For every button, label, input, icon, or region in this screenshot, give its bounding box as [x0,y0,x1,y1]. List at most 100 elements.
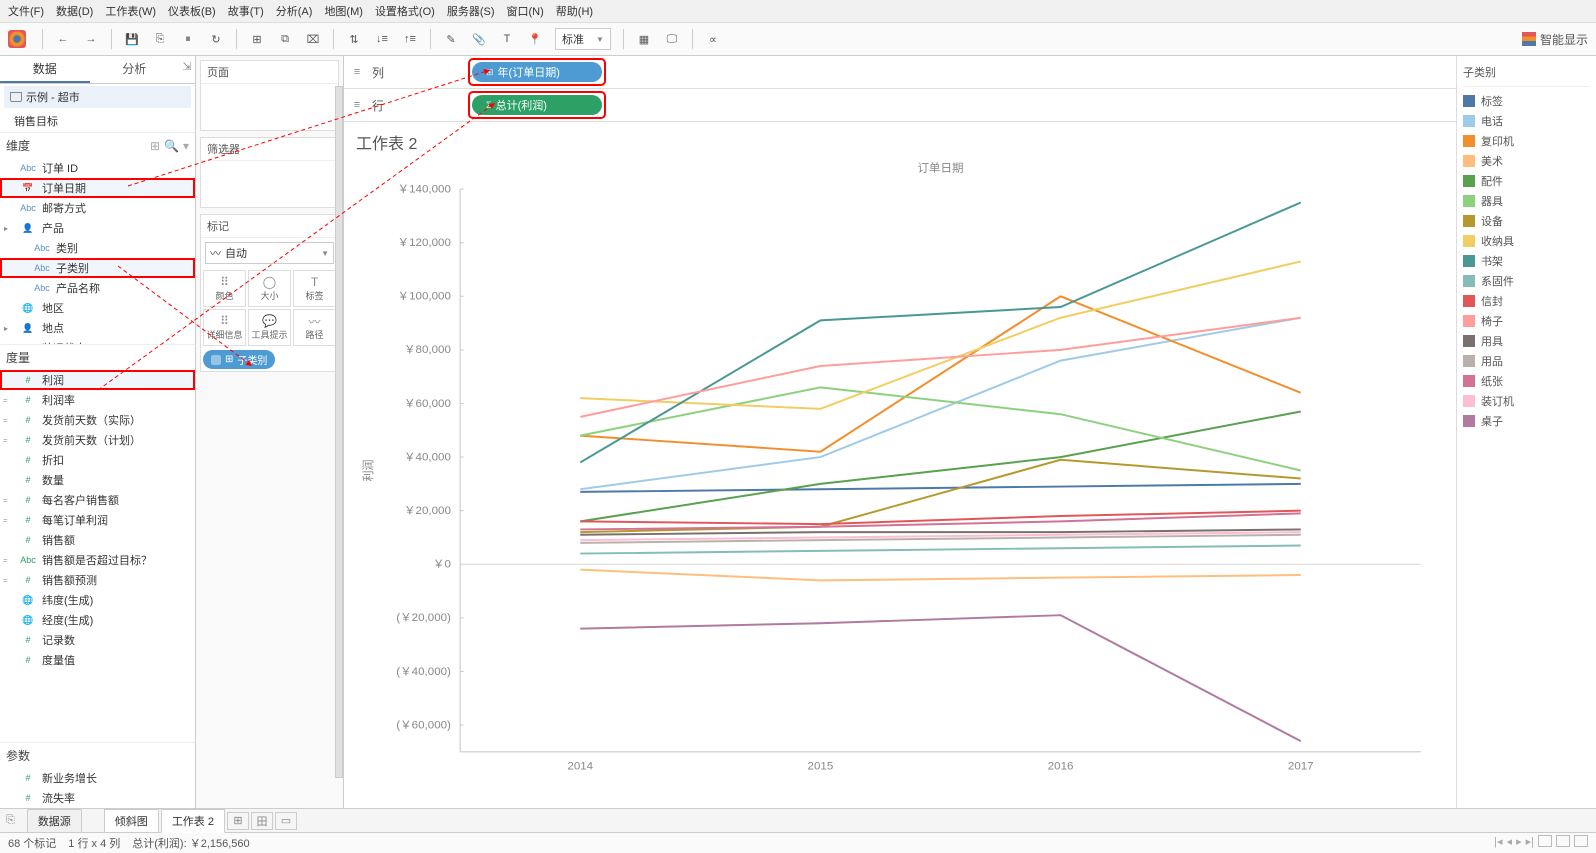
field-item[interactable]: Abc类别 [0,238,195,258]
field-item[interactable]: Abc子类别 [0,258,195,278]
new-datasource-button[interactable]: ⎘ [148,27,172,51]
forward-button[interactable]: → [79,27,103,51]
field-item[interactable]: =#每名客户销售额 [0,490,195,510]
legend-item[interactable]: 收纳具 [1463,231,1590,251]
mark-type-dropdown[interactable]: 〰自动▼ [205,242,334,264]
datasource-tab-icon[interactable]: ⎘ [6,814,15,827]
menu-item[interactable]: 文件(F) [8,3,44,19]
legend-item[interactable]: 配件 [1463,171,1590,191]
pin-button[interactable]: 📍 [523,27,547,51]
menu-item[interactable]: 帮助(H) [556,3,593,19]
legend-item[interactable]: 信封 [1463,291,1590,311]
field-item[interactable]: =#利润率 [0,390,195,410]
field-item[interactable]: =Abc销售额是否超过目标？ [0,550,195,570]
presentation-button[interactable]: 🖵 [660,27,684,51]
marks-color-pill[interactable]: ⊞子类别 [203,350,275,369]
menu-item[interactable]: 仪表板(B) [168,3,216,19]
new-sheet-button[interactable]: ⊞ [245,27,269,51]
share-button[interactable]: ∝ [701,27,725,51]
menu-item[interactable]: 数据(D) [56,3,93,19]
refresh-button[interactable]: ↻ [204,27,228,51]
sheet-tab-2[interactable]: 工作表 2 [161,809,225,833]
field-item[interactable]: =#每笔订单利润 [0,510,195,530]
menu-item[interactable]: 窗口(N) [507,3,544,19]
label-button[interactable]: T [495,27,519,51]
save-button[interactable]: 💾 [120,27,144,51]
view-mode-icon[interactable] [1556,835,1570,847]
group-button[interactable]: 📎 [467,27,491,51]
show-cards-button[interactable]: ▦ [632,27,656,51]
legend-item[interactable]: 系固件 [1463,271,1590,291]
highlight-button[interactable]: ✎ [439,27,463,51]
tab-data[interactable]: 数据 [0,56,90,83]
mark-cell[interactable]: T标签 [293,270,336,307]
menu-item[interactable]: 地图(M) [324,3,363,19]
field-item[interactable]: 🌐地区 [0,298,195,318]
menu-item[interactable]: 分析(A) [276,3,313,19]
field-item[interactable]: #折扣 [0,450,195,470]
back-button[interactable]: ← [51,27,75,51]
datasource-tab[interactable]: 数据源 [27,809,82,833]
menu-item[interactable]: 工作表(W) [105,3,156,19]
new-dashboard-button[interactable]: 田 [251,812,273,830]
legend-item[interactable]: 电话 [1463,111,1590,131]
fit-dropdown[interactable]: 标准▼ [555,28,611,50]
field-item[interactable]: =#发货前天数（实际） [0,410,195,430]
legend-item[interactable]: 复印机 [1463,131,1590,151]
field-item[interactable]: =#发货前天数（计划） [0,430,195,450]
mark-cell[interactable]: 〰路径 [293,309,336,346]
field-item[interactable]: Abc邮寄方式 [0,198,195,218]
datasource-sales-target[interactable]: 销售目标 [4,110,191,132]
new-worksheet-button[interactable]: ⊞ [227,812,249,830]
clear-button[interactable]: ⌧ [301,27,325,51]
pause-button[interactable]: ⏸ [176,27,200,51]
sort-desc-button[interactable]: ↑≡ [398,27,422,51]
field-item[interactable]: 📅订单日期 [0,178,195,198]
new-story-button[interactable]: ▭ [275,812,297,830]
scrollbar[interactable] [335,86,343,778]
field-item[interactable]: =#销售额预测 [0,570,195,590]
menu-item[interactable]: 服务器(S) [447,3,495,19]
legend-item[interactable]: 纸张 [1463,371,1590,391]
field-item[interactable]: Abc产品名称 [0,278,195,298]
legend-item[interactable]: 椅子 [1463,311,1590,331]
legend-item[interactable]: 装订机 [1463,391,1590,411]
pane-menu-button[interactable]: ⇲ [179,56,195,83]
nav-first-icon[interactable]: |◂ [1494,835,1502,851]
nav-prev-icon[interactable]: ◂ [1507,835,1513,851]
view-mode-icon[interactable] [1538,835,1552,847]
mark-cell[interactable]: ◯大小 [248,270,291,307]
swap-button[interactable]: ⇅ [342,27,366,51]
sort-asc-button[interactable]: ↓≡ [370,27,394,51]
mark-cell[interactable]: 💬工具提示 [248,309,291,346]
field-item[interactable]: #度量值 [0,650,195,670]
legend-item[interactable]: 设备 [1463,211,1590,231]
field-item[interactable]: #数量 [0,470,195,490]
menu-item[interactable]: 设置格式(O) [375,3,435,19]
field-item[interactable]: ▸👤地点 [0,318,195,338]
field-item[interactable]: #利润 [0,370,195,390]
field-item[interactable]: 🌐纬度(生成) [0,590,195,610]
chart-canvas[interactable]: 订单日期(￥60,000)(￥40,000)(￥20,000)￥0￥20,000… [356,156,1444,796]
legend-item[interactable]: 书架 [1463,251,1590,271]
rows-shelf[interactable]: ≡行 Σ总计(利润) [344,89,1456,122]
field-item[interactable]: #记录数 [0,630,195,650]
sheet-tab-1[interactable]: 倾斜图 [104,809,159,833]
menu-item[interactable]: 故事(T) [228,3,264,19]
view-mode-icon[interactable] [1574,835,1588,847]
rows-pill[interactable]: Σ总计(利润) [472,95,602,115]
field-item[interactable]: 🌐经度(生成) [0,610,195,630]
legend-item[interactable]: 桌子 [1463,411,1590,431]
nav-last-icon[interactable]: ▸| [1526,835,1534,851]
datasource-superstore[interactable]: 示例 - 超市 [4,86,191,108]
field-item[interactable]: #流失率 [0,788,195,808]
legend-item[interactable]: 美术 [1463,151,1590,171]
legend-item[interactable]: 用品 [1463,351,1590,371]
field-item[interactable]: #销售额 [0,530,195,550]
legend-item[interactable]: 器具 [1463,191,1590,211]
duplicate-button[interactable]: ⧉ [273,27,297,51]
field-item[interactable]: =Abc装运状态 [0,338,195,344]
columns-pill[interactable]: ⊞年(订单日期) [472,62,602,82]
columns-shelf[interactable]: ≡列 ⊞年(订单日期) [344,56,1456,89]
field-item[interactable]: ▸👤产品 [0,218,195,238]
